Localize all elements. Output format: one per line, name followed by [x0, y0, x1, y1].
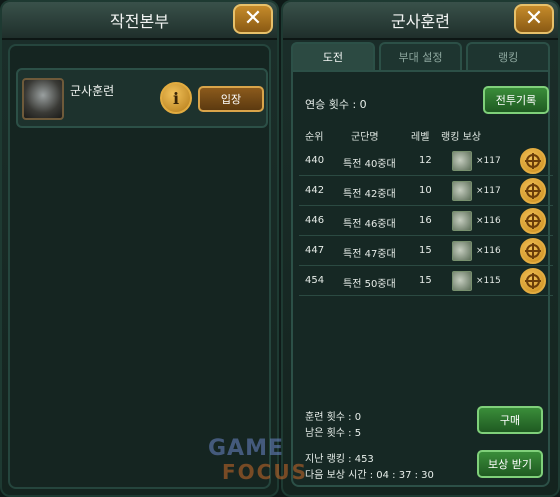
close-icon: ✕	[524, 6, 544, 31]
row-rank: 454	[305, 275, 325, 286]
reward-quantity: ×116	[476, 216, 501, 226]
reward-quantity: ×117	[476, 186, 501, 196]
challenge-content: 연승 횟수 : 0 전투기록 순위 군단명 레벨 랭킹 보상 440 특전 40…	[291, 70, 553, 487]
reward-item-icon[interactable]	[452, 241, 472, 261]
row-level: 15	[419, 275, 432, 286]
training-count: 훈련 횟수 : 0	[305, 412, 362, 423]
reward-quantity: ×115	[476, 276, 501, 286]
ranking-row: 454 특전 50중대 15 ×115	[299, 266, 553, 296]
row-rank: 447	[305, 245, 325, 256]
challenge-button[interactable]	[520, 238, 546, 264]
title-bar: 작전본부 ✕	[2, 2, 277, 40]
ranking-row: 442 특전 42중대 10 ×117	[299, 176, 553, 206]
mission-card: 군사훈련 i 입장	[16, 68, 268, 128]
panel-title: 군사훈련	[391, 12, 450, 31]
tab-ranking[interactable]: 랭킹	[466, 42, 551, 70]
reward-item-icon[interactable]	[452, 211, 472, 231]
challenge-button[interactable]	[520, 268, 546, 294]
close-button[interactable]: ✕	[233, 4, 273, 34]
win-streak-count: 연승 횟수 : 0	[305, 98, 367, 111]
ranking-row: 447 특전 47중대 15 ×116	[299, 236, 553, 266]
close-button[interactable]: ✕	[514, 4, 554, 34]
row-unit: 특전 42중대	[343, 189, 396, 200]
battle-record-button[interactable]: 전투기록	[483, 86, 549, 114]
header-rank: 순위	[305, 132, 324, 143]
challenge-button[interactable]	[520, 148, 546, 174]
challenge-button[interactable]	[520, 208, 546, 234]
row-rank: 446	[305, 215, 325, 226]
row-unit: 특전 40중대	[343, 159, 396, 170]
row-level: 12	[419, 155, 432, 166]
mission-name: 군사훈련	[70, 84, 115, 98]
enter-button[interactable]: 입장	[198, 86, 264, 112]
row-level: 15	[419, 245, 432, 256]
tab-bar: 도전 부대 설정 랭킹	[291, 42, 551, 70]
crosshair-icon	[525, 213, 541, 229]
row-rank: 442	[305, 185, 325, 196]
watermark-bottom: FOCUS	[222, 460, 308, 484]
row-level: 10	[419, 185, 432, 196]
tab-challenge[interactable]: 도전	[291, 42, 375, 70]
panel-title: 작전본부	[110, 12, 169, 31]
ranking-row: 440 특전 40중대 12 ×117	[299, 146, 553, 176]
mission-thumbnail	[22, 78, 64, 120]
reward-quantity: ×116	[476, 246, 501, 256]
header-reward: 랭킹 보상	[441, 132, 481, 143]
tab-squad-settings[interactable]: 부대 설정	[378, 42, 463, 70]
row-unit: 특전 46중대	[343, 219, 396, 230]
reward-item-icon[interactable]	[452, 181, 472, 201]
row-unit: 특전 50중대	[343, 279, 396, 290]
info-icon: i	[172, 88, 180, 108]
info-button[interactable]: i	[160, 82, 192, 114]
military-training-panel: 군사훈련 ✕ 도전 부대 설정 랭킹 연승 횟수 : 0 전투기록 순위 군단명…	[281, 0, 560, 497]
close-icon: ✕	[243, 6, 263, 31]
crosshair-icon	[525, 183, 541, 199]
crosshair-icon	[525, 243, 541, 259]
row-rank: 440	[305, 155, 325, 166]
watermark-top: GAME	[208, 436, 285, 461]
row-level: 16	[419, 215, 432, 226]
buy-button[interactable]: 구매	[477, 406, 543, 434]
claim-reward-button[interactable]: 보상 받기	[477, 450, 543, 478]
operations-hq-panel: 작전본부 ✕ 군사훈련 i 입장	[0, 0, 279, 497]
reward-quantity: ×117	[476, 156, 501, 166]
watermark-logo: GAME FOCUS	[208, 436, 358, 488]
challenge-button[interactable]	[520, 178, 546, 204]
reward-item-icon[interactable]	[452, 151, 472, 171]
ranking-row: 446 특전 46중대 16 ×116	[299, 206, 553, 236]
row-unit: 특전 47중대	[343, 249, 396, 260]
title-bar: 군사훈련 ✕	[283, 2, 558, 40]
reward-item-icon[interactable]	[452, 271, 472, 291]
crosshair-icon	[525, 273, 541, 289]
crosshair-icon	[525, 153, 541, 169]
header-level: 레벨	[411, 132, 430, 143]
header-unit: 군단명	[351, 132, 379, 143]
